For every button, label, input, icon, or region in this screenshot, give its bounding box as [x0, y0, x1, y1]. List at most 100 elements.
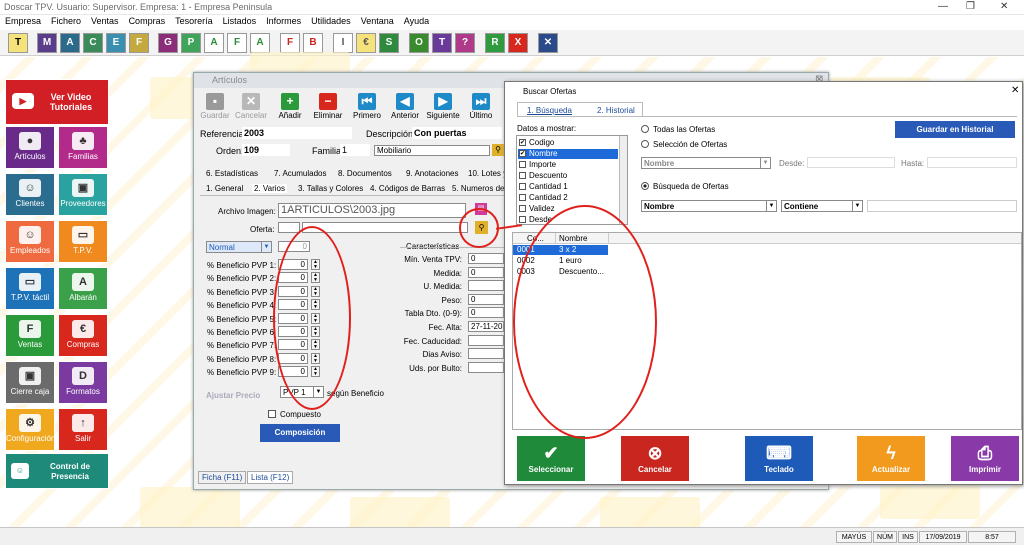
datos-item[interactable]: Importe	[518, 160, 618, 170]
tools-icon[interactable]: ✕	[538, 33, 558, 53]
menu-ayuda[interactable]: Ayuda	[399, 15, 434, 26]
todas-radio[interactable]	[641, 125, 649, 133]
toolbar-icon-19[interactable]: ?	[455, 33, 475, 53]
toolbar-icon-14[interactable]: I	[333, 33, 353, 53]
caracteristica-field[interactable]	[468, 280, 504, 292]
toolbar-icon-1[interactable]: T	[8, 33, 28, 53]
tile-proveedores[interactable]: ▣ Proveedores	[58, 173, 108, 216]
menu-tesoreria[interactable]: Tesorería	[170, 15, 218, 26]
seleccion-campo-select[interactable]: Nombre ▼	[641, 157, 771, 169]
datos-item[interactable]: Cantidad 2	[518, 193, 618, 203]
menu-utilidades[interactable]: Utilidades	[306, 15, 356, 26]
tile-empleados[interactable]: ☺ Empleados	[5, 220, 55, 263]
eliminar-button[interactable]: − Eliminar	[309, 93, 347, 120]
anterior-button[interactable]: ◀ Anterior	[386, 93, 424, 120]
campo-select[interactable]: Nombre ▼	[641, 200, 777, 212]
menu-fichero[interactable]: Fichero	[46, 15, 86, 26]
oferta-name-field[interactable]	[302, 222, 468, 233]
tile-familias[interactable]: ♣ Familias	[58, 126, 108, 169]
toolbar-icon-5[interactable]: E	[106, 33, 126, 53]
cancelar-button[interactable]: ✕ Cancelar	[232, 93, 270, 120]
tile-cierre-caja[interactable]: ▣ Cierre caja	[5, 361, 55, 404]
checkbox-checked-icon[interactable]: ✔	[519, 139, 526, 146]
menu-listados[interactable]: Listados	[218, 15, 262, 26]
toolbar-icon-11[interactable]: A	[250, 33, 270, 53]
tab-general[interactable]: 1. General	[206, 184, 243, 193]
busqueda-text-field[interactable]	[867, 200, 1017, 212]
caracteristica-field[interactable]	[468, 361, 504, 373]
caracteristica-field[interactable]: 0	[468, 307, 504, 319]
condicion-select[interactable]: Contiene ▼	[781, 200, 863, 212]
tab-lotes[interactable]: 10. Lotes y	[468, 169, 507, 178]
toolbar-icon-13[interactable]: B	[303, 33, 323, 53]
control-presencia-button[interactable]: ☺ Control de Presencia	[5, 453, 109, 489]
tab-numeros-serie[interactable]: 5. Numeros de	[452, 184, 504, 193]
compuesto-checkbox[interactable]	[268, 410, 276, 418]
toolbar-icon-7[interactable]: G	[158, 33, 178, 53]
tab-tallas-colores[interactable]: 3. Tallas y Colores	[298, 184, 363, 193]
tile-tpv-tactil[interactable]: ▭ T.P.V. táctil	[5, 267, 55, 310]
toolbar-icon-3[interactable]: A	[60, 33, 80, 53]
archivo-imagen-field[interactable]: 1ARTICULOS\2003.jpg	[278, 203, 466, 218]
search-familia-icon[interactable]: ⚲	[492, 144, 504, 156]
tile-compras[interactable]: € Compras	[58, 314, 108, 357]
menu-ventana[interactable]: Ventana	[356, 15, 399, 26]
caracteristica-field[interactable]	[468, 348, 504, 360]
datos-item[interactable]: ✔ Codigo	[518, 138, 618, 148]
tab-lista[interactable]: Lista (F12)	[247, 471, 294, 484]
datos-scrollbar[interactable]	[619, 136, 627, 224]
minimize-icon[interactable]: —	[938, 1, 948, 12]
menu-compras[interactable]: Compras	[124, 15, 171, 26]
anadir-button[interactable]: + Añadir	[271, 93, 309, 120]
guardar-historial-button[interactable]: Guardar en Historial	[895, 121, 1015, 138]
menu-informes[interactable]: Informes	[261, 15, 306, 26]
restore-icon[interactable]: ❐	[966, 1, 975, 12]
toolbar-icon-8[interactable]: P	[181, 33, 201, 53]
caracteristica-field[interactable]: 0	[468, 266, 504, 278]
tab-acumulados[interactable]: 7. Acumulados	[274, 169, 326, 178]
teclado-button[interactable]: ⌨ Teclado	[745, 436, 813, 481]
siguiente-button[interactable]: ▶ Siguiente	[424, 93, 462, 120]
toolbar-icon-17[interactable]: O	[409, 33, 429, 53]
tab-anotaciones[interactable]: 9. Anotaciones	[406, 169, 458, 178]
orden-value[interactable]: 109	[242, 144, 290, 156]
actualizar-button[interactable]: ϟ Actualizar	[857, 436, 925, 481]
guardar-button[interactable]: ▪ Guardar	[196, 93, 234, 120]
caracteristica-field[interactable]	[468, 334, 504, 346]
tile-tpv[interactable]: ▭ T.P.V.	[58, 220, 108, 263]
buscar-close-icon[interactable]: ✕	[1011, 85, 1019, 96]
checkbox-icon[interactable]	[519, 183, 526, 190]
toolbar-icon-12[interactable]: F	[280, 33, 300, 53]
toolbar-icon-2[interactable]: M	[37, 33, 57, 53]
tile-articulos[interactable]: ● Artículos	[5, 126, 55, 169]
tile-ventas[interactable]: F Ventas	[5, 314, 55, 357]
video-tutorials-button[interactable]: ▶ Ver Video Tutoriales	[5, 79, 109, 125]
tile-clientes[interactable]: ☺ Clientes	[5, 173, 55, 216]
descripcion-value[interactable]: Con puertas	[412, 127, 502, 139]
hasta-field[interactable]	[927, 157, 1017, 168]
caracteristica-field[interactable]: 27-11-20	[468, 321, 504, 332]
toolbar-icon-4[interactable]: C	[83, 33, 103, 53]
seleccionar-button[interactable]: ✔ Seleccionar	[517, 436, 585, 481]
checkbox-icon[interactable]	[519, 216, 526, 223]
checkbox-icon[interactable]	[519, 194, 526, 201]
close-icon[interactable]: ✕	[1000, 1, 1008, 12]
oferta-code-field[interactable]	[278, 222, 300, 233]
toolbar-icon-16[interactable]: S	[379, 33, 399, 53]
tab-varios[interactable]: 2. Varios	[252, 184, 287, 193]
caracteristica-field[interactable]: 0	[468, 253, 504, 264]
checkbox-icon[interactable]	[519, 172, 526, 179]
checkbox-icon[interactable]	[519, 205, 526, 212]
tab-estadisticas[interactable]: 6. Estadísticas	[206, 169, 258, 178]
tile-albaran[interactable]: A Albarán	[58, 267, 108, 310]
toolbar-icon-15[interactable]: €	[356, 33, 376, 53]
seleccion-radio[interactable]	[641, 140, 649, 148]
help-icon[interactable]: R	[485, 33, 505, 53]
exit-icon[interactable]: X	[508, 33, 528, 53]
toolbar-icon-18[interactable]: T	[432, 33, 452, 53]
imprimir-button[interactable]: ⎙ Imprimir	[951, 436, 1019, 481]
tarifa-select[interactable]: Normal ▼	[206, 241, 272, 253]
referencia-value[interactable]: 2003	[242, 127, 352, 139]
tab-ficha[interactable]: Ficha (F11)	[198, 471, 247, 484]
toolbar-icon-6[interactable]: F	[129, 33, 149, 53]
